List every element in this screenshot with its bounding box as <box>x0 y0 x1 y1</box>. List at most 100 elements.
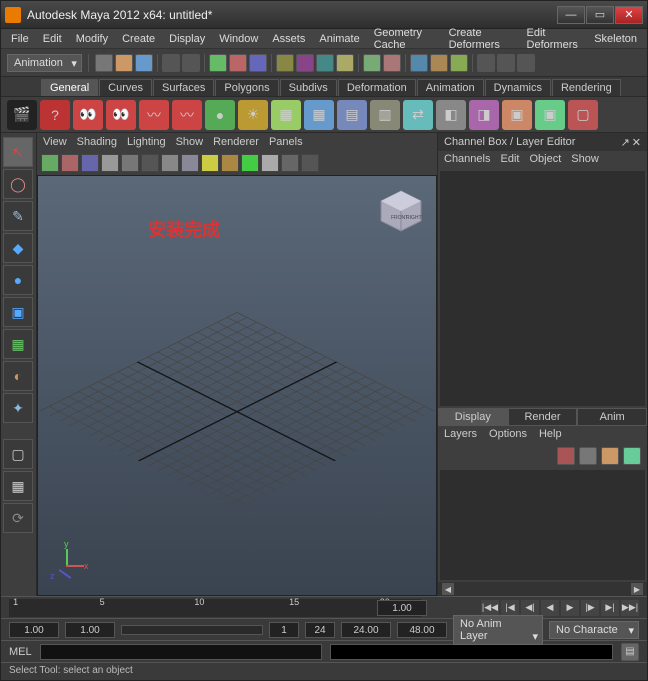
shelf-hyper-icon[interactable]: ▦ <box>271 100 301 130</box>
render-settings-icon[interactable] <box>450 54 468 72</box>
shelf-reference-icon[interactable]: ◨ <box>469 100 499 130</box>
layer-tab-render[interactable]: Render <box>508 408 578 426</box>
layer-tab-anim[interactable]: Anim <box>577 408 647 426</box>
select-object-icon[interactable] <box>229 54 247 72</box>
range-slider[interactable] <box>121 625 263 635</box>
open-scene-icon[interactable] <box>115 54 133 72</box>
anim-start-field[interactable]: 1.00 <box>9 622 59 638</box>
maximize-button[interactable]: ▭ <box>586 6 614 24</box>
minimize-button[interactable]: — <box>557 6 585 24</box>
shelf-quick-icon[interactable]: ▣ <box>535 100 565 130</box>
scroll-left-icon[interactable]: ◀ <box>442 583 454 595</box>
shelf-help-icon[interactable]: ? <box>40 100 70 130</box>
view-menu-shading[interactable]: Shading <box>77 136 117 148</box>
xray-icon[interactable] <box>301 154 319 172</box>
step-forward-button[interactable]: |▶ <box>581 600 599 616</box>
layer-tab-display[interactable]: Display <box>438 408 508 426</box>
image-plane-icon[interactable] <box>101 154 119 172</box>
menu-skeleton[interactable]: Skeleton <box>588 31 643 47</box>
viewport[interactable]: 安装完成 FRONTRIGHT y x z <box>37 175 437 596</box>
menu-animate[interactable]: Animate <box>313 31 365 47</box>
snap-point-icon[interactable] <box>316 54 334 72</box>
view-menu-renderer[interactable]: Renderer <box>213 136 259 148</box>
layer-menu-help[interactable]: Help <box>539 428 562 442</box>
shelf-red1-icon[interactable]: 👀 <box>73 100 103 130</box>
menu-modify[interactable]: Modify <box>70 31 114 47</box>
script-editor-icon[interactable]: ▤ <box>621 643 639 661</box>
redo-icon[interactable] <box>182 54 200 72</box>
shelf-graph-icon[interactable]: ▦ <box>304 100 334 130</box>
snap-curve-icon[interactable] <box>296 54 314 72</box>
render-frame-icon[interactable] <box>410 54 428 72</box>
single-view-icon[interactable]: ▢ <box>3 439 33 469</box>
shelf-tab-rendering[interactable]: Rendering <box>552 79 621 96</box>
panel-popout-icon[interactable]: ↗ <box>621 136 630 149</box>
shelf-tab-animation[interactable]: Animation <box>417 79 484 96</box>
show-tool-settings-icon[interactable] <box>517 54 535 72</box>
layer-menu-options[interactable]: Options <box>489 428 527 442</box>
time-slider[interactable]: 1 5 10 15 20 1.00 |◀◀ |◀ ◀| ◀ ▶ |▶ ▶| ▶▶… <box>1 596 647 618</box>
grid-icon[interactable] <box>121 154 139 172</box>
view-menu-view[interactable]: View <box>43 136 67 148</box>
layer-list[interactable] <box>440 470 645 580</box>
isolate-icon[interactable] <box>281 154 299 172</box>
next-key-button[interactable]: ▶| <box>601 600 619 616</box>
wireframe-icon[interactable] <box>161 154 179 172</box>
shelf-red2-icon[interactable]: 👀 <box>106 100 136 130</box>
history-on-icon[interactable] <box>363 54 381 72</box>
gate-icon[interactable] <box>141 154 159 172</box>
shaded-icon[interactable] <box>181 154 199 172</box>
rotate-tool[interactable]: ● <box>3 265 33 295</box>
close-button[interactable]: ✕ <box>615 6 643 24</box>
cmd-mode-label[interactable]: MEL <box>9 646 32 658</box>
view-cube[interactable]: FRONTRIGHT <box>376 186 426 236</box>
play-start-field[interactable]: 1.00 <box>65 622 115 638</box>
lasso-tool[interactable]: ◯ <box>3 169 33 199</box>
step-back-button[interactable]: ◀| <box>521 600 539 616</box>
menu-create[interactable]: Create <box>116 31 161 47</box>
prev-key-button[interactable]: |◀ <box>501 600 519 616</box>
channel-tab-object[interactable]: Object <box>529 153 561 167</box>
show-channel-box-icon[interactable] <box>477 54 495 72</box>
shelf-red3-icon[interactable]: 〰 <box>139 100 169 130</box>
show-attr-editor-icon[interactable] <box>497 54 515 72</box>
snap-grid-icon[interactable] <box>276 54 294 72</box>
current-time-field[interactable]: 1.00 <box>377 600 427 616</box>
snap-plane-icon[interactable] <box>336 54 354 72</box>
layer-move-up-icon[interactable] <box>601 447 619 465</box>
layer-new-empty-icon[interactable] <box>557 447 575 465</box>
menu-file[interactable]: File <box>5 31 35 47</box>
shelf-render-icon[interactable]: ▢ <box>568 100 598 130</box>
textured-icon[interactable] <box>201 154 219 172</box>
history-off-icon[interactable] <box>383 54 401 72</box>
view-menu-show[interactable]: Show <box>176 136 204 148</box>
high-quality-icon[interactable] <box>261 154 279 172</box>
menu-window[interactable]: Window <box>213 31 264 47</box>
shelf-light-icon[interactable]: ☀ <box>238 100 268 130</box>
menu-assets[interactable]: Assets <box>266 31 311 47</box>
anim-end-field[interactable]: 24.00 <box>341 622 391 638</box>
scale-tool[interactable]: ▣ <box>3 297 33 327</box>
new-scene-icon[interactable] <box>95 54 113 72</box>
anim-layer-dropdown[interactable]: No Anim Layer <box>453 615 543 645</box>
soft-mod-tool[interactable]: ◐ <box>3 361 33 391</box>
shelf-tab-polygons[interactable]: Polygons <box>215 79 278 96</box>
channel-tab-edit[interactable]: Edit <box>500 153 519 167</box>
cmd-input[interactable] <box>40 644 323 660</box>
paint-select-tool[interactable]: ✎ <box>3 201 33 231</box>
shelf-construction-icon[interactable]: ◧ <box>436 100 466 130</box>
view-menu-panels[interactable]: Panels <box>269 136 303 148</box>
shelf-sphere-icon[interactable]: ● <box>205 100 235 130</box>
character-set-dropdown[interactable]: No Characte <box>549 621 639 639</box>
last-tool-icon[interactable]: ⟳ <box>3 503 33 533</box>
shelf-connection-icon[interactable]: ⇄ <box>403 100 433 130</box>
undo-icon[interactable] <box>162 54 180 72</box>
channel-tab-channels[interactable]: Channels <box>444 153 490 167</box>
layer-menu-layers[interactable]: Layers <box>444 428 477 442</box>
shelf-tab-surfaces[interactable]: Surfaces <box>153 79 214 96</box>
layer-move-down-icon[interactable] <box>623 447 641 465</box>
select-hierarchy-icon[interactable] <box>209 54 227 72</box>
ipr-render-icon[interactable] <box>430 54 448 72</box>
save-scene-icon[interactable] <box>135 54 153 72</box>
shelf-movie-icon[interactable]: 🎬 <box>7 100 37 130</box>
